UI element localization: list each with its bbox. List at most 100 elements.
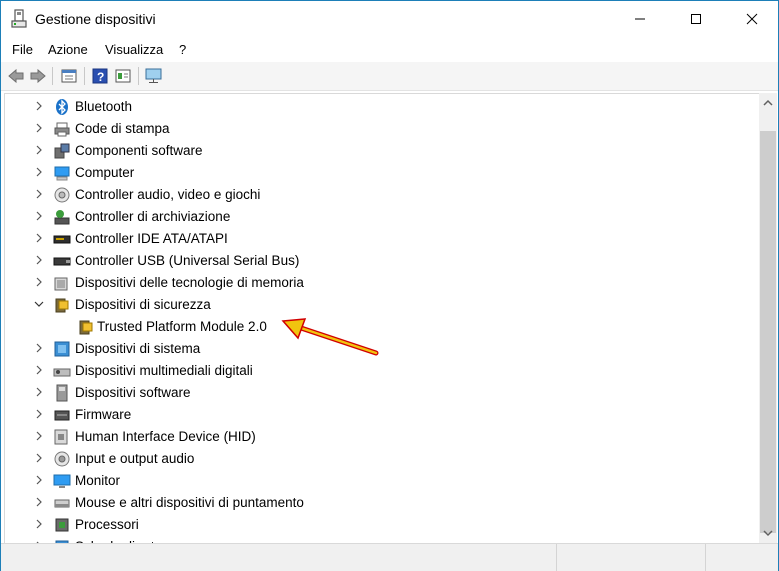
chevron-right-icon[interactable] bbox=[33, 210, 45, 222]
svg-text:?: ? bbox=[97, 70, 104, 84]
tree-item-label: Componenti software bbox=[75, 143, 203, 158]
tree-item-label: Controller USB (Universal Serial Bus) bbox=[75, 253, 300, 268]
device-manager-window: Gestione dispositivi File Azione Visuali… bbox=[0, 0, 779, 571]
tree-item-label: Input e output audio bbox=[75, 451, 195, 466]
chevron-right-icon[interactable] bbox=[33, 254, 45, 266]
update-driver-button[interactable] bbox=[113, 66, 133, 86]
tree-item-label: Trusted Platform Module 2.0 bbox=[97, 319, 267, 334]
tree-category-item[interactable]: Computer bbox=[5, 161, 760, 183]
back-button[interactable] bbox=[6, 66, 26, 86]
tree-category-item[interactable]: Mouse e altri dispositivi di puntamento bbox=[5, 491, 760, 513]
system-device-icon bbox=[54, 341, 70, 357]
properties-button[interactable] bbox=[59, 66, 79, 86]
mouse-icon bbox=[54, 499, 70, 508]
chevron-right-icon[interactable] bbox=[33, 276, 45, 288]
chevron-right-icon[interactable] bbox=[33, 474, 45, 486]
monitor-icon bbox=[145, 68, 162, 83]
software-component-icon bbox=[54, 143, 70, 159]
chevron-right-icon[interactable] bbox=[33, 386, 45, 398]
tree-category-item[interactable]: Input e output audio bbox=[5, 447, 760, 469]
device-manager-icon bbox=[11, 9, 27, 28]
tree-item-label: Code di stampa bbox=[75, 121, 170, 136]
toolbar-separator bbox=[52, 67, 53, 85]
usb-icon bbox=[53, 257, 71, 266]
help-icon: ? bbox=[92, 68, 108, 84]
chevron-right-icon[interactable] bbox=[33, 518, 45, 530]
tree-item-label: Dispositivi software bbox=[75, 385, 191, 400]
tree-item-label: Dispositivi multimediali digitali bbox=[75, 363, 253, 378]
processor-icon bbox=[55, 518, 69, 532]
menu-file[interactable]: File bbox=[12, 42, 33, 57]
tree-item-label: Human Interface Device (HID) bbox=[75, 429, 256, 444]
storage-controller-icon bbox=[54, 210, 70, 225]
audio-io-icon bbox=[54, 451, 70, 467]
close-icon bbox=[746, 13, 758, 25]
tree-item-label: Mouse e altri dispositivi di puntamento bbox=[75, 495, 304, 510]
tree-category-item[interactable]: Controller di archiviazione bbox=[5, 205, 760, 227]
menu-help[interactable]: ? bbox=[179, 42, 186, 57]
title-bar[interactable]: Gestione dispositivi bbox=[1, 1, 778, 37]
tree-item-label: Controller IDE ATA/ATAPI bbox=[75, 231, 228, 246]
tree-category-item[interactable]: Bluetooth bbox=[5, 95, 760, 117]
tree-item-label: Processori bbox=[75, 517, 139, 532]
help-button[interactable]: ? bbox=[90, 66, 110, 86]
tree-category-item[interactable]: Componenti software bbox=[5, 139, 760, 161]
scan-hardware-button[interactable] bbox=[144, 66, 164, 86]
window-title: Gestione dispositivi bbox=[35, 11, 156, 27]
vertical-scrollbar[interactable] bbox=[759, 93, 777, 543]
tree-category-item[interactable]: Dispositivi delle tecnologie di memoria bbox=[5, 271, 760, 293]
minimize-icon bbox=[635, 18, 645, 20]
forward-button[interactable] bbox=[28, 66, 48, 86]
scrollbar-thumb[interactable] bbox=[760, 131, 776, 533]
toolbar-separator bbox=[84, 67, 85, 85]
tree-item-label: Controller di archiviazione bbox=[75, 209, 231, 224]
chevron-right-icon[interactable] bbox=[33, 122, 45, 134]
bluetooth-icon bbox=[56, 99, 68, 115]
menu-visualizza[interactable]: Visualizza bbox=[105, 42, 163, 57]
tree-item-label: Monitor bbox=[75, 473, 121, 488]
chevron-right-icon[interactable] bbox=[33, 144, 45, 156]
scroll-down-icon[interactable] bbox=[763, 529, 773, 537]
chevron-right-icon[interactable] bbox=[33, 430, 45, 442]
firmware-icon bbox=[54, 410, 70, 421]
tree-item-label: Dispositivi delle tecnologie di memoria bbox=[75, 275, 304, 290]
tree-category-item[interactable]: Code di stampa bbox=[5, 117, 760, 139]
minimize-button[interactable] bbox=[617, 1, 663, 37]
maximize-button[interactable] bbox=[673, 1, 719, 37]
tree-category-item[interactable]: Dispositivi multimediali digitali bbox=[5, 359, 760, 381]
annotation-arrow bbox=[281, 318, 379, 356]
chevron-right-icon[interactable] bbox=[33, 100, 45, 112]
menu-azione[interactable]: Azione bbox=[48, 42, 88, 57]
tree-category-item[interactable]: Monitor bbox=[5, 469, 760, 491]
chevron-down-icon[interactable] bbox=[33, 298, 45, 310]
toolbar-separator bbox=[138, 67, 139, 85]
chevron-right-icon[interactable] bbox=[33, 232, 45, 244]
tree-category-item[interactable]: Dispositivi software bbox=[5, 381, 760, 403]
hid-icon bbox=[54, 429, 68, 445]
tree-category-item[interactable]: Processori bbox=[5, 513, 760, 535]
tree-item-label: Dispositivi di sicurezza bbox=[75, 297, 211, 312]
memory-icon bbox=[54, 277, 68, 291]
chevron-right-icon[interactable] bbox=[33, 364, 45, 376]
security-device-icon bbox=[55, 298, 69, 313]
chevron-right-icon[interactable] bbox=[33, 452, 45, 464]
scroll-up-icon[interactable] bbox=[763, 99, 773, 107]
chevron-right-icon[interactable] bbox=[33, 342, 45, 354]
tree-item-label: Bluetooth bbox=[75, 99, 133, 114]
update-driver-icon bbox=[115, 69, 131, 83]
chevron-right-icon[interactable] bbox=[33, 188, 45, 200]
tree-category-item[interactable]: Controller USB (Universal Serial Bus) bbox=[5, 249, 760, 271]
multimedia-icon bbox=[53, 368, 71, 377]
tree-category-item[interactable]: Controller audio, video e giochi bbox=[5, 183, 760, 205]
tree-item-label: Computer bbox=[75, 165, 135, 180]
tree-category-item[interactable]: Human Interface Device (HID) bbox=[5, 425, 760, 447]
back-arrow-icon bbox=[8, 69, 24, 83]
software-device-icon bbox=[56, 384, 68, 402]
chevron-right-icon[interactable] bbox=[33, 408, 45, 420]
tree-category-item[interactable]: Firmware bbox=[5, 403, 760, 425]
close-button[interactable] bbox=[729, 1, 775, 37]
chevron-right-icon[interactable] bbox=[33, 166, 45, 178]
tree-category-item[interactable]: Controller IDE ATA/ATAPI bbox=[5, 227, 760, 249]
tree-item-label: Firmware bbox=[75, 407, 132, 422]
chevron-right-icon[interactable] bbox=[33, 496, 45, 508]
